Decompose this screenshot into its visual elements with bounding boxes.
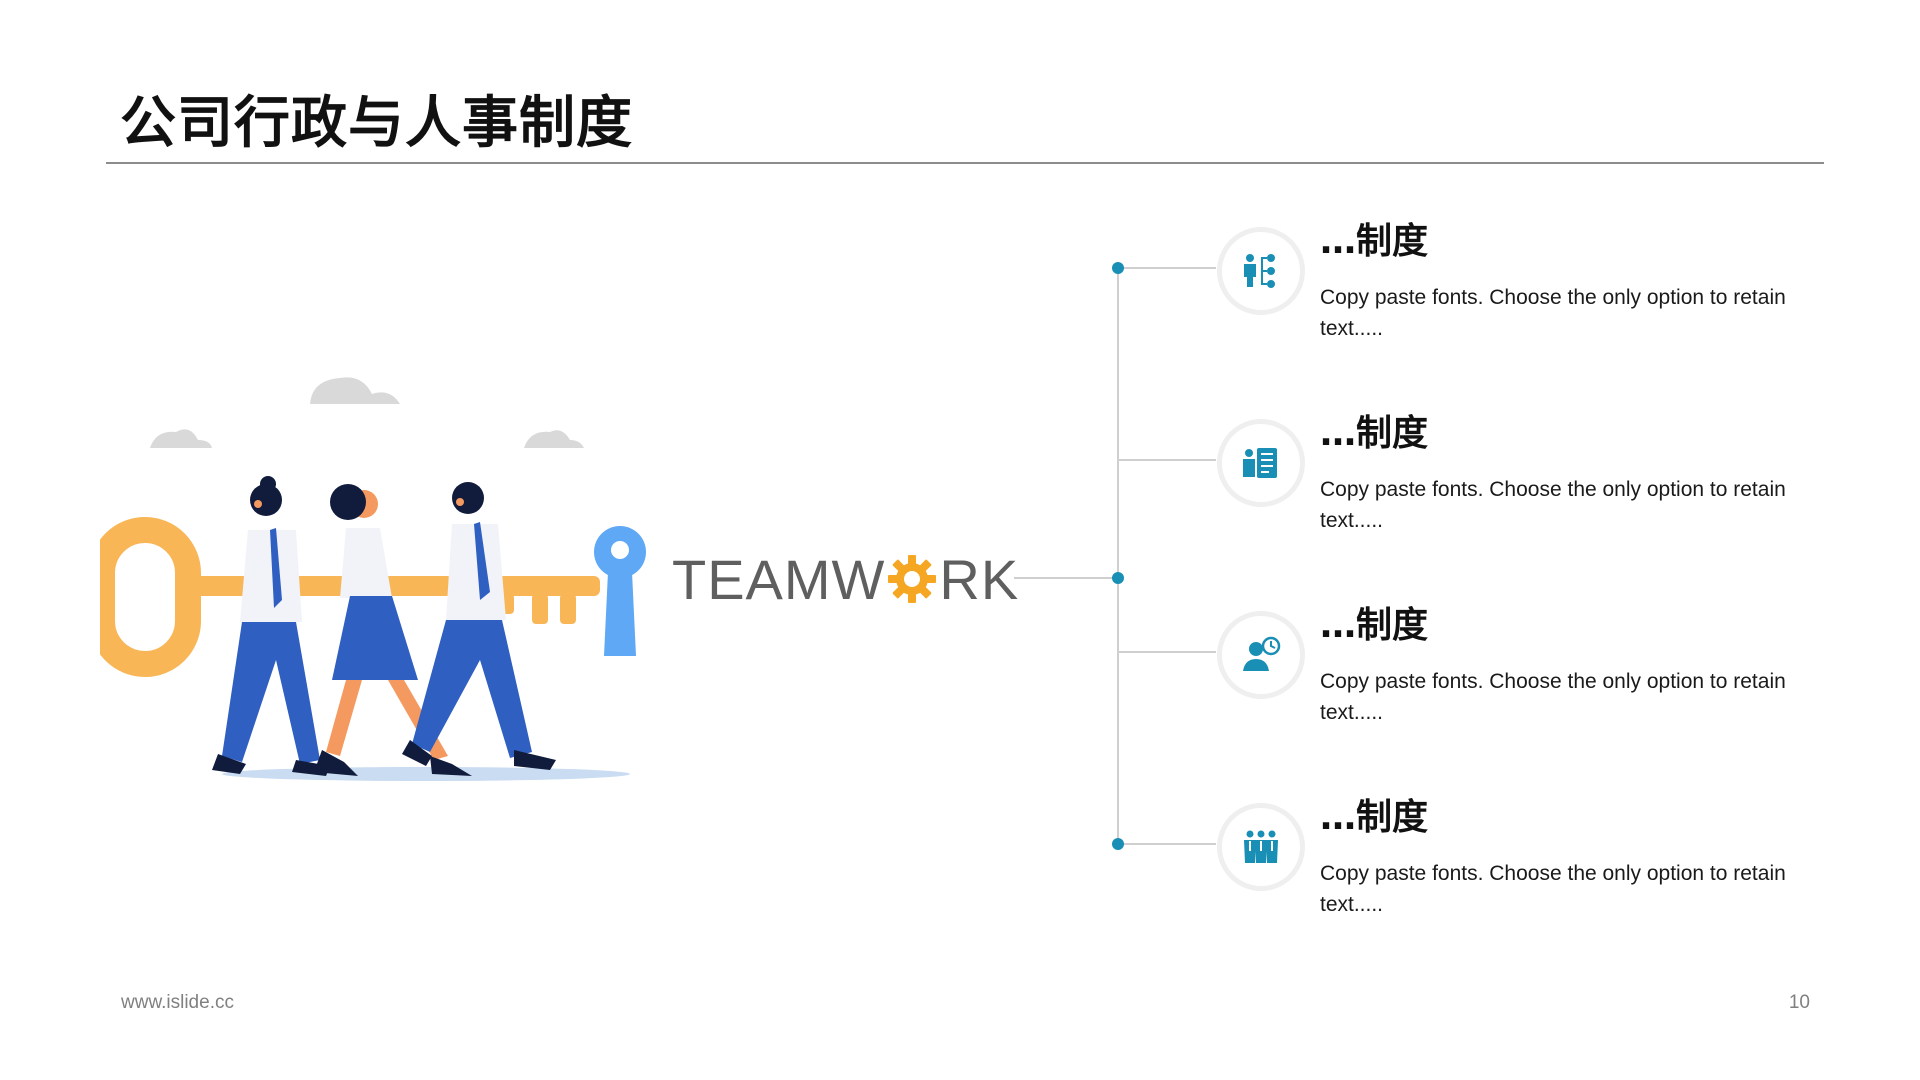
connector-dot xyxy=(1112,572,1124,584)
item-icon-circle xyxy=(1217,419,1305,507)
item-icon-circle xyxy=(1217,611,1305,699)
item-heading: …制度 xyxy=(1320,797,1429,838)
slide: 公司行政与人事制度 TEAMW RK …制度 Copy paste fonts.… xyxy=(0,0,1920,1080)
footer-url: www.islide.cc xyxy=(121,992,234,1013)
item-icon-circle xyxy=(1217,803,1305,891)
connector-dot xyxy=(1112,262,1124,274)
connector-dot xyxy=(1112,838,1124,850)
item-description: Copy paste fonts. Choose the only option… xyxy=(1320,478,1786,532)
item-icon-circle xyxy=(1217,227,1305,315)
person-document-icon xyxy=(1243,448,1277,478)
item-heading: …制度 xyxy=(1320,605,1429,646)
item-heading: …制度 xyxy=(1320,221,1429,262)
person-clock-icon xyxy=(1243,636,1281,671)
team-group-icon xyxy=(1244,830,1278,863)
item-heading: …制度 xyxy=(1320,413,1429,454)
item-description: Copy paste fonts. Choose the only option… xyxy=(1320,286,1786,340)
page-number: 10 xyxy=(1788,992,1810,1013)
org-chart-people-icon xyxy=(1244,254,1275,288)
item-description: Copy paste fonts. Choose the only option… xyxy=(1320,862,1786,916)
item-description: Copy paste fonts. Choose the only option… xyxy=(1320,670,1786,724)
